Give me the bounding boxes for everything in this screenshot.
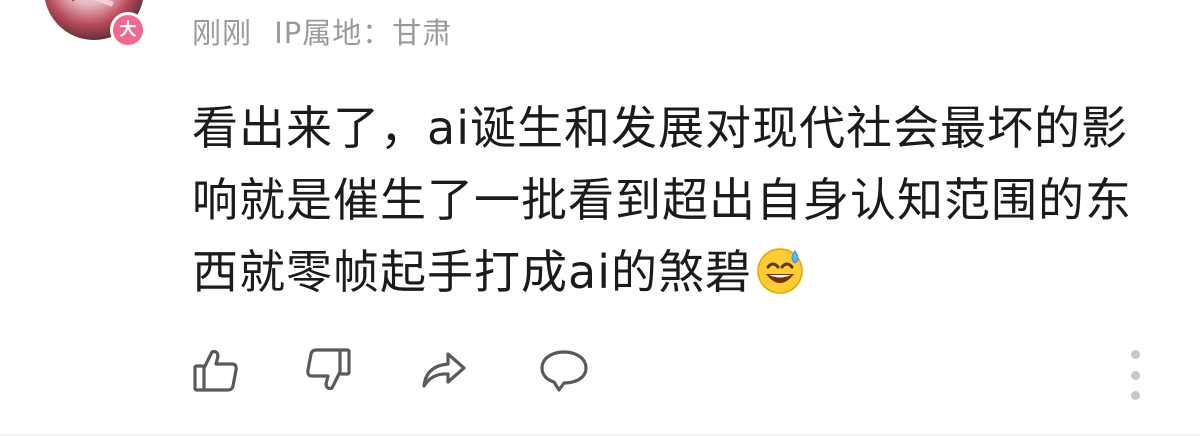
more-vertical-icon [1130,370,1140,380]
like-button[interactable] [188,344,244,400]
action-bar [0,344,1200,408]
comment-meta: 刚刚 IP属地：甘肃 [192,10,452,52]
avatar-art [74,0,114,7]
share-button[interactable] [416,344,472,400]
reply-button[interactable] [536,344,592,400]
thumbs-up-icon [190,344,242,400]
level-badge: 大 [110,12,146,48]
comment-text: 看出来了，ai诞生和发展对现代社会最坏的影响就是催生了一批看到超出自身认知范围的… [192,101,1132,299]
comment-time: 刚刚 [192,16,253,50]
comment-item: 大 刚刚 IP属地：甘肃 看出来了，ai诞生和发展对现代社会最坏的影响就是催生了… [0,0,1200,436]
dislike-button[interactable] [300,344,356,400]
ip-location: IP属地：甘肃 [274,16,453,50]
share-arrow-icon [418,344,470,400]
more-vertical-icon [1130,391,1140,400]
comment-bubble-icon [537,344,591,400]
more-vertical-icon [1130,350,1140,359]
comment-body: 看出来了，ai诞生和发展对现代社会最坏的影响就是催生了一批看到超出自身认知范围的… [192,92,1152,308]
more-options-button[interactable] [1120,350,1150,400]
sweat-smile-emoji-icon [754,244,806,296]
thumbs-down-icon [302,344,354,400]
